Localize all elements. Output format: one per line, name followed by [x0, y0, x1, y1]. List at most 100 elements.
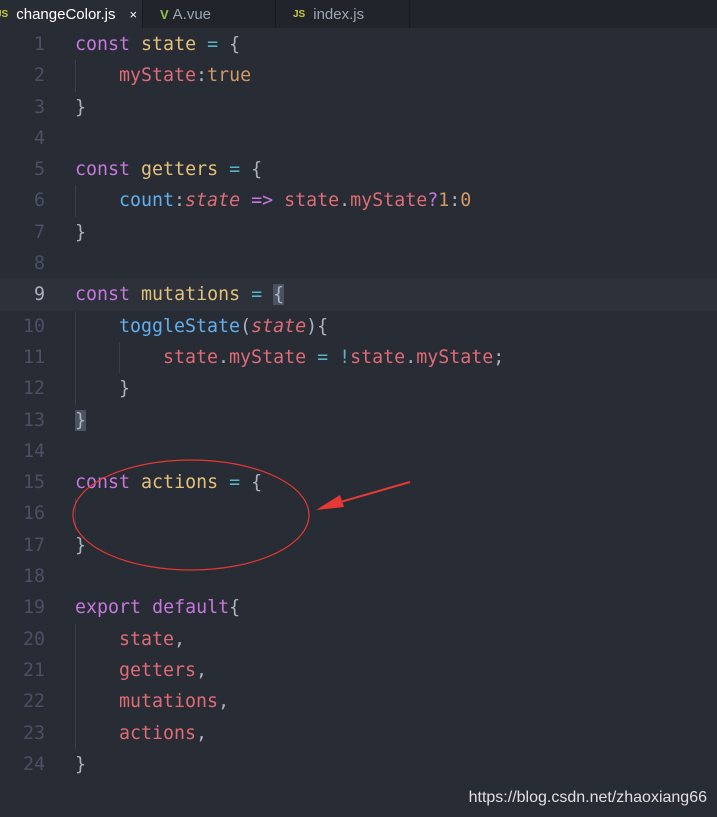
code-line[interactable]: 16 — [0, 498, 717, 530]
code-token: ! — [339, 346, 351, 368]
code-line[interactable]: 15 const actions = { — [0, 467, 717, 498]
indent-guide — [75, 686, 76, 718]
code-token: 0 — [460, 190, 472, 212]
code-line[interactable]: 21 getters, — [0, 654, 717, 687]
code-editor[interactable]: 1 const state = {2 myState:true 3} 4 5 const g… — [0, 29, 717, 780]
code-token: actions — [119, 722, 197, 744]
code-line[interactable]: 4 — [0, 123, 717, 154]
code-token: getters — [141, 159, 219, 181]
code-token: . — [339, 190, 351, 212]
js-icon: JS — [0, 8, 9, 20]
code-line[interactable]: 10 toggleState(state){ — [0, 310, 717, 342]
code-token: actions — [141, 472, 219, 494]
line-number: 7 — [33, 221, 45, 243]
code-text: toggleState(state){ — [119, 311, 328, 342]
code-line[interactable]: 22 mutations, — [0, 686, 717, 718]
code-token: myState — [229, 346, 307, 368]
tab-label: index.js — [313, 5, 365, 23]
watermark: https://blog.csdn.net/zhaoxiang66 — [468, 789, 707, 806]
code-line[interactable]: 6 count:state => state.myState?1:0 — [0, 185, 717, 217]
code-line[interactable]: 9 const mutations = { — [0, 279, 717, 311]
code-token: = — [229, 159, 241, 181]
code-line[interactable]: 24} — [0, 749, 717, 780]
code-token: ; — [493, 346, 505, 368]
code-line[interactable]: 17} — [0, 530, 717, 561]
close-icon[interactable]: × — [129, 7, 137, 22]
line-number: 14 — [22, 440, 45, 462]
code-line[interactable]: 18 — [0, 561, 717, 592]
code-text: count:state => state.myState?1:0 — [119, 185, 471, 216]
code-line[interactable]: 7} — [0, 217, 717, 248]
tab-changecolor-js[interactable]: JS changeColor.js × — [0, 0, 143, 28]
code-token: myState — [119, 65, 197, 87]
code-text: const mutations = { — [75, 279, 285, 310]
code-text: } — [75, 749, 86, 780]
code-token: = — [251, 284, 263, 306]
code-line[interactable]: 13} — [0, 405, 717, 436]
code-line[interactable]: 23 actions, — [0, 717, 717, 749]
code-token: export — [75, 597, 142, 619]
code-token: true — [207, 65, 252, 87]
tab-label: A.vue — [172, 5, 212, 23]
code-line[interactable]: 20 state, — [0, 623, 717, 655]
code-line[interactable]: 12} — [0, 373, 717, 405]
line-number: 18 — [22, 566, 45, 588]
code-token: . — [218, 346, 230, 368]
code-token: 1 — [438, 190, 450, 212]
code-text: state, — [119, 624, 185, 655]
code-token: = — [317, 346, 329, 368]
line-number: 2 — [33, 65, 45, 87]
code-token: state — [350, 346, 406, 368]
code-line[interactable]: 5 const getters = { — [0, 154, 717, 185]
tab-index-js[interactable]: JS index.js — [276, 0, 410, 28]
code-line[interactable]: 19 export default{ — [0, 592, 717, 623]
code-token: , — [174, 628, 186, 650]
code-token: myState — [416, 346, 494, 368]
indent-guide — [75, 185, 76, 217]
indent-guide — [75, 717, 76, 749]
code-line[interactable]: 11 state.myState = !state.myState; — [0, 341, 717, 374]
code-text: myState:true — [119, 60, 251, 91]
code-token: { — [251, 472, 263, 494]
code-token: const — [75, 284, 131, 306]
code-token: : — [174, 190, 186, 212]
line-number: 13 — [22, 409, 45, 431]
code-line[interactable]: 8 — [0, 248, 717, 279]
code-token: ){ — [306, 315, 329, 337]
line-number: 19 — [22, 597, 45, 619]
code-token: mutations — [141, 284, 241, 306]
line-number: 24 — [22, 753, 45, 775]
code-token: , — [218, 691, 230, 713]
code-token: state — [185, 190, 241, 212]
code-token: { — [273, 284, 285, 306]
indent-guide — [75, 498, 76, 530]
code-token: count — [119, 190, 175, 212]
code-text: const getters = { — [75, 154, 262, 185]
indent-guide — [75, 310, 76, 342]
code-line[interactable]: 3} — [0, 92, 717, 123]
code-line[interactable]: 1 const state = { — [0, 29, 717, 60]
code-token: state — [141, 34, 197, 55]
code-token: } — [119, 378, 131, 400]
code-line[interactable]: 2 myState:true — [0, 60, 717, 92]
code-token: { — [251, 159, 263, 181]
line-number: 20 — [22, 628, 45, 650]
code-token: const — [75, 34, 131, 55]
code-token: myState — [350, 190, 428, 212]
tab-label: changeColor.js — [16, 5, 116, 23]
tab-a-vue[interactable]: V A.vue — [143, 0, 276, 28]
code-token: , — [196, 659, 208, 681]
code-line[interactable]: 14 — [0, 436, 717, 467]
code-token: ( — [240, 315, 252, 337]
